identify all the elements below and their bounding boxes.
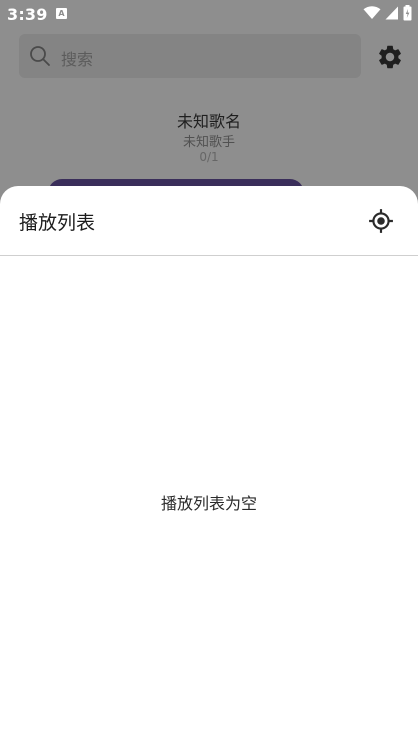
song-count: 0/1 [199,150,219,164]
search-input[interactable]: 搜索 [61,46,93,70]
song-title: 未知歌名 [176,112,241,131]
notification-app-icon: A [56,8,67,19]
song-artist: 未知歌手 [182,135,235,150]
locate-icon[interactable] [368,208,394,234]
wifi-icon [363,6,381,20]
status-icons [363,5,412,21]
status-time: 3:39 [7,5,48,24]
search-icon [29,45,51,67]
battery-icon [403,5,412,21]
empty-playlist-message: 播放列表为空 [160,494,257,513]
signal-icon [385,6,399,20]
sheet-divider [0,255,418,256]
search-bar[interactable]: 搜索 [19,34,361,78]
playlist-sheet-header: 播放列表 [0,186,418,255]
playlist-sheet: 播放列表 播放列表为空 [0,186,418,744]
playlist-title: 播放列表 [19,212,96,234]
gear-icon[interactable] [376,43,404,71]
status-bar: 3:39 A [0,0,418,28]
